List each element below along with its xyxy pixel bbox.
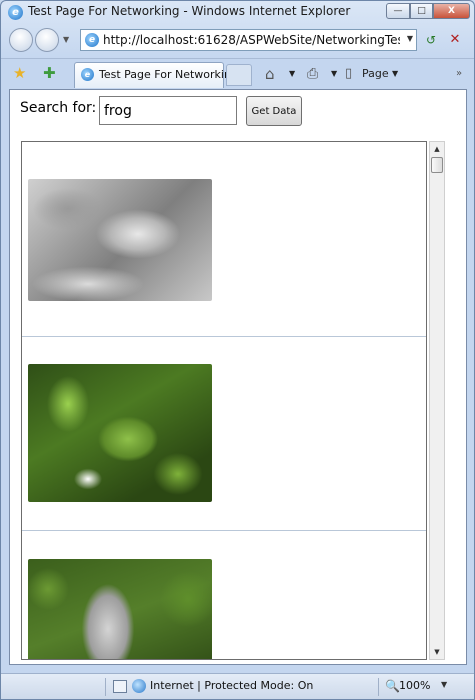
list-item (22, 337, 426, 531)
page-icon: e (85, 33, 99, 47)
maximize-button[interactable]: □ (410, 3, 433, 19)
results-scrollbar[interactable]: ▲ ▼ (429, 141, 445, 660)
scroll-up-icon[interactable]: ▲ (430, 142, 444, 156)
page-content: Search for: Get Data ▲ ▼ (9, 89, 467, 665)
home-dropdown-icon[interactable]: ▼ (289, 64, 295, 84)
page-dropdown-icon[interactable]: ▼ (392, 64, 398, 84)
home-icon[interactable]: ⌂ (265, 64, 275, 84)
ie-logo-icon: e (8, 5, 23, 20)
search-label: Search for: (20, 100, 97, 116)
page-menu-button[interactable]: Page (362, 64, 389, 84)
address-bar[interactable]: e http://localhost:61628/ASPWebSite/Netw… (80, 29, 417, 51)
add-to-favorites-icon[interactable]: ✚ (43, 64, 56, 82)
zoom-dropdown-icon[interactable]: ▼ (441, 680, 447, 689)
zone-status[interactable]: Internet | Protected Mode: On (150, 679, 313, 692)
page-menu-icon[interactable]: ▯ (345, 64, 352, 84)
window-title: Test Page For Networking - Windows Inter… (28, 4, 351, 18)
status-divider (105, 678, 106, 696)
list-item (22, 142, 426, 337)
address-url[interactable]: http://localhost:61628/ASPWebSite/Networ… (103, 33, 400, 47)
security-report-icon[interactable] (113, 680, 127, 693)
results-list[interactable] (21, 141, 427, 660)
frog-image (28, 559, 212, 659)
tab-label: Test Page For Networking (99, 68, 238, 81)
browser-window: e Test Page For Networking - Windows Int… (0, 0, 475, 700)
navigation-bar: ▼ e http://localhost:61628/ASPWebSite/Ne… (1, 25, 474, 57)
scroll-down-icon[interactable]: ▼ (430, 645, 444, 659)
minimize-button[interactable]: — (386, 3, 410, 19)
back-button[interactable] (9, 28, 33, 52)
new-tab-button[interactable] (226, 64, 252, 86)
search-row: Search for: Get Data (10, 90, 466, 134)
frog-image (28, 179, 212, 301)
search-input[interactable] (99, 96, 237, 125)
address-dropdown-icon[interactable]: ▼ (407, 34, 413, 43)
frog-image (28, 364, 212, 502)
refresh-icon[interactable]: ↺ (421, 31, 441, 49)
more-tools-icon[interactable]: » (456, 64, 462, 84)
forward-button[interactable] (35, 28, 59, 52)
get-data-button[interactable]: Get Data (246, 96, 302, 126)
favorites-star-icon[interactable]: ★ (13, 64, 26, 82)
title-bar: e Test Page For Networking - Windows Int… (1, 1, 474, 23)
print-icon[interactable]: ⎙ (307, 64, 318, 84)
tab-page-icon: e (81, 68, 94, 81)
list-item (22, 531, 426, 659)
zoom-level[interactable]: 100% (399, 679, 430, 692)
internet-zone-icon (132, 679, 146, 693)
scroll-thumb[interactable] (431, 157, 443, 173)
command-bar: ★ ✚ e Test Page For Networking ⌂ ▼ ⎙ ▼ ▯… (1, 58, 474, 88)
tab-test-page[interactable]: e Test Page For Networking (74, 62, 238, 88)
close-button[interactable]: X (433, 3, 470, 19)
zoom-icon: 🔍 (385, 679, 400, 693)
recent-pages-dropdown-icon[interactable]: ▼ (63, 35, 69, 44)
stop-icon[interactable]: ✕ (445, 31, 465, 49)
status-divider (378, 678, 379, 696)
print-dropdown-icon[interactable]: ▼ (331, 64, 337, 84)
status-bar: Internet | Protected Mode: On 🔍 100% ▼ (1, 673, 474, 699)
